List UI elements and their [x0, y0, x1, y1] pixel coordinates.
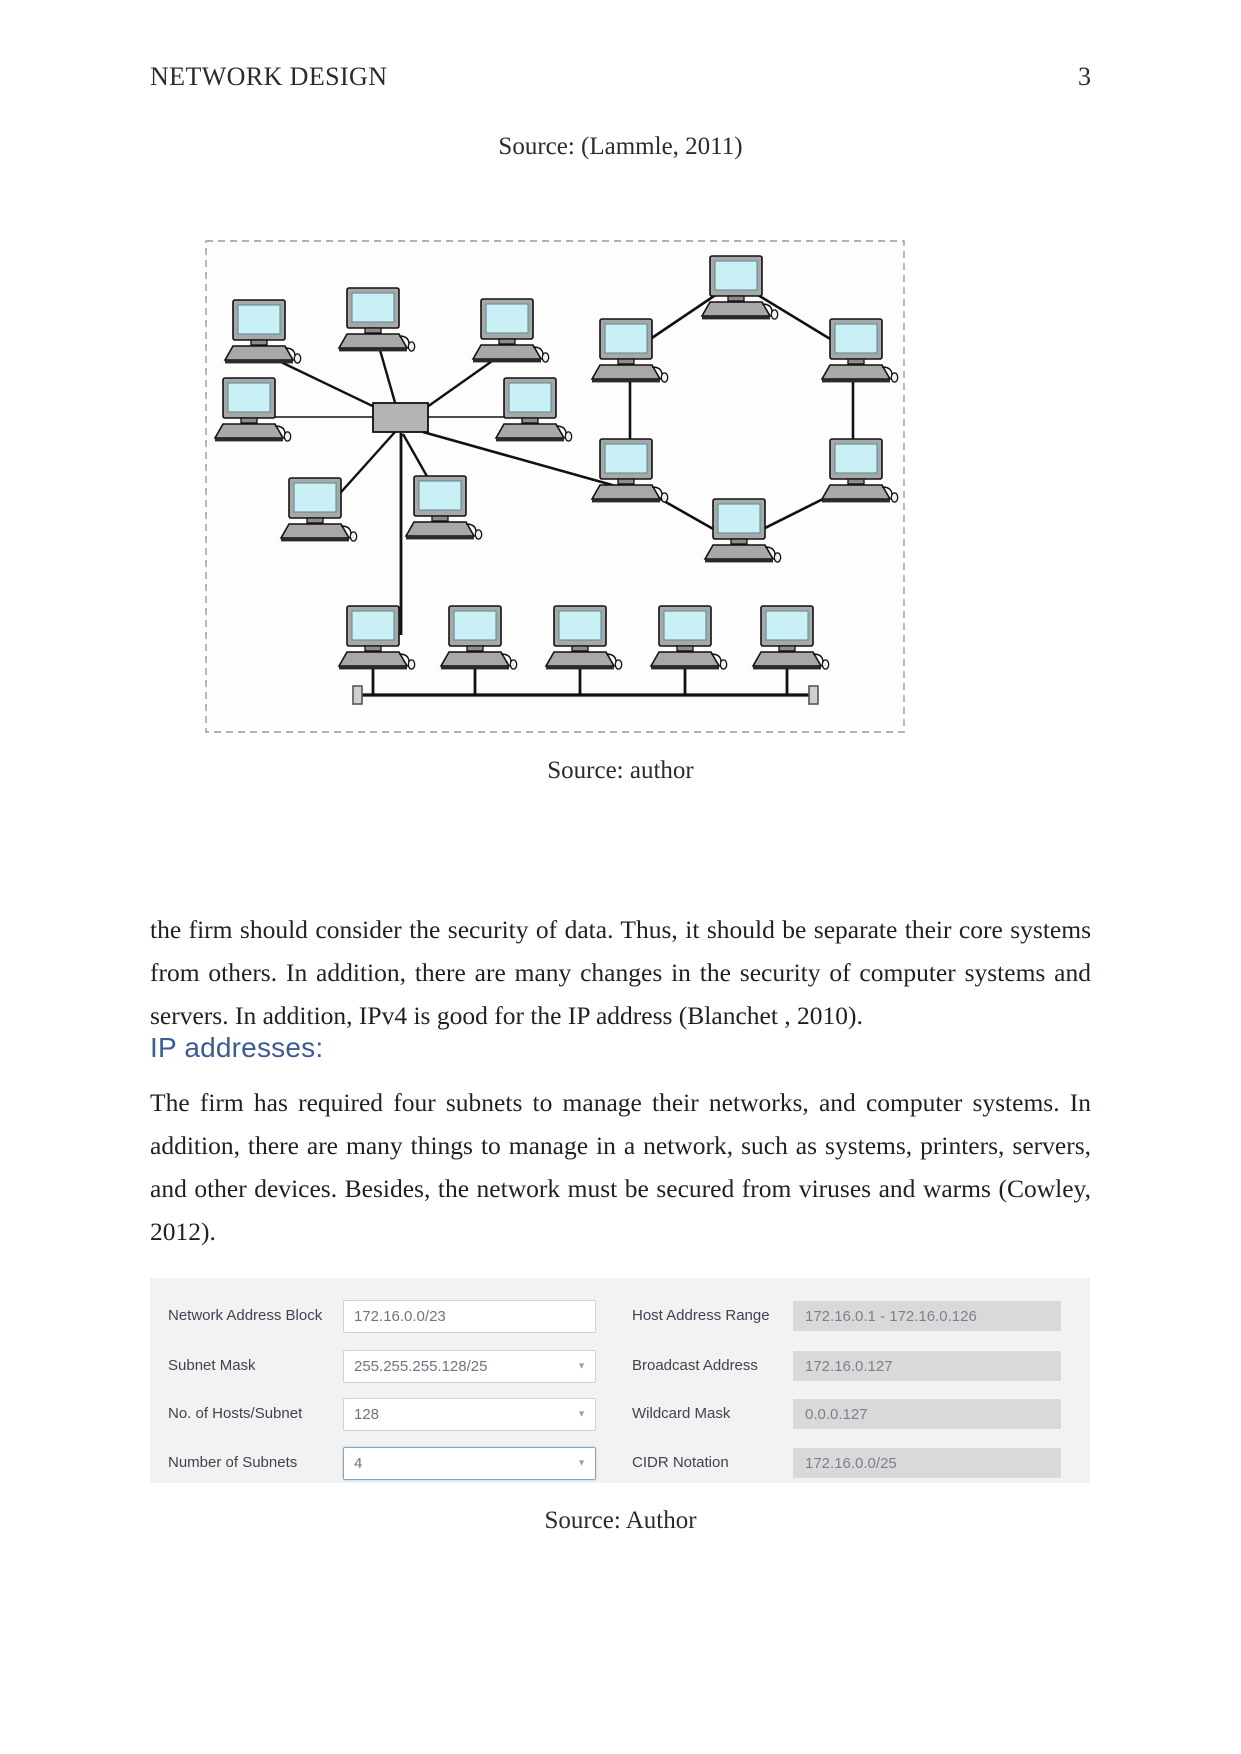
bus-terminator-left	[352, 685, 363, 705]
chevron-down-icon[interactable]: ▼	[577, 1458, 586, 1468]
document-page: NETWORK DESIGN 3 Source: (Lammle, 2011)	[0, 0, 1241, 1754]
value-subnet-mask: 255.255.255.128/25	[354, 1357, 488, 1375]
subnet-calculator-grid: Network Address Block 172.16.0.0/23 Host…	[150, 1278, 1090, 1483]
body-paragraph-2: The firm has required four subnets to ma…	[150, 1088, 1091, 1246]
value-network-address-block: 172.16.0.0/23	[354, 1307, 446, 1325]
label-network-address-block: Network Address Block	[168, 1307, 323, 1324]
value-wildcard-mask: 0.0.0.127	[793, 1399, 1061, 1429]
network-topology-diagram	[205, 240, 905, 733]
label-cidr-notation: CIDR Notation	[632, 1454, 729, 1471]
header-title: NETWORK DESIGN	[150, 62, 388, 91]
value-broadcast-address: 172.16.0.127	[793, 1351, 1061, 1381]
value-host-address-range: 172.16.0.1 - 172.16.0.126	[793, 1301, 1061, 1331]
bus-terminator-right	[808, 685, 819, 705]
value-cidr-notation: 172.16.0.0/25	[793, 1448, 1061, 1478]
label-broadcast-address: Broadcast Address	[632, 1357, 758, 1374]
caption-calculator-source: Source: Author	[544, 1507, 697, 1534]
value-number-of-subnets: 4	[354, 1454, 363, 1472]
topology-svg	[205, 240, 905, 733]
label-number-of-subnets: Number of Subnets	[168, 1454, 298, 1471]
network-hub	[372, 402, 429, 433]
select-hosts-per-subnet[interactable]: 128 ▼	[343, 1397, 596, 1431]
label-host-address-range: Host Address Range	[632, 1307, 770, 1324]
select-number-of-subnets[interactable]: 4 ▼	[343, 1446, 596, 1480]
section-heading-ip-addresses: IP addresses:	[150, 1032, 324, 1063]
chevron-down-icon[interactable]: ▼	[577, 1361, 586, 1371]
subnet-calculator-panel: Network Address Block 172.16.0.0/23 Host…	[150, 1278, 1090, 1483]
body-paragraph-1: the firm should consider the security of…	[150, 915, 1091, 1030]
label-hosts-per-subnet: No. of Hosts/Subnet	[168, 1405, 303, 1422]
label-wildcard-mask: Wildcard Mask	[632, 1405, 731, 1422]
input-network-address-block[interactable]: 172.16.0.0/23	[343, 1299, 596, 1333]
select-subnet-mask[interactable]: 255.255.255.128/25 ▼	[343, 1349, 596, 1383]
value-hosts-per-subnet: 128	[354, 1405, 380, 1423]
page-header: NETWORK DESIGN 3	[150, 62, 1091, 92]
page-number: 3	[1078, 62, 1091, 91]
label-subnet-mask: Subnet Mask	[168, 1357, 256, 1374]
chevron-down-icon[interactable]: ▼	[577, 1409, 586, 1419]
caption-diagram-source: Source: author	[547, 757, 694, 784]
caption-lammle: Source: (Lammle, 2011)	[498, 133, 743, 160]
